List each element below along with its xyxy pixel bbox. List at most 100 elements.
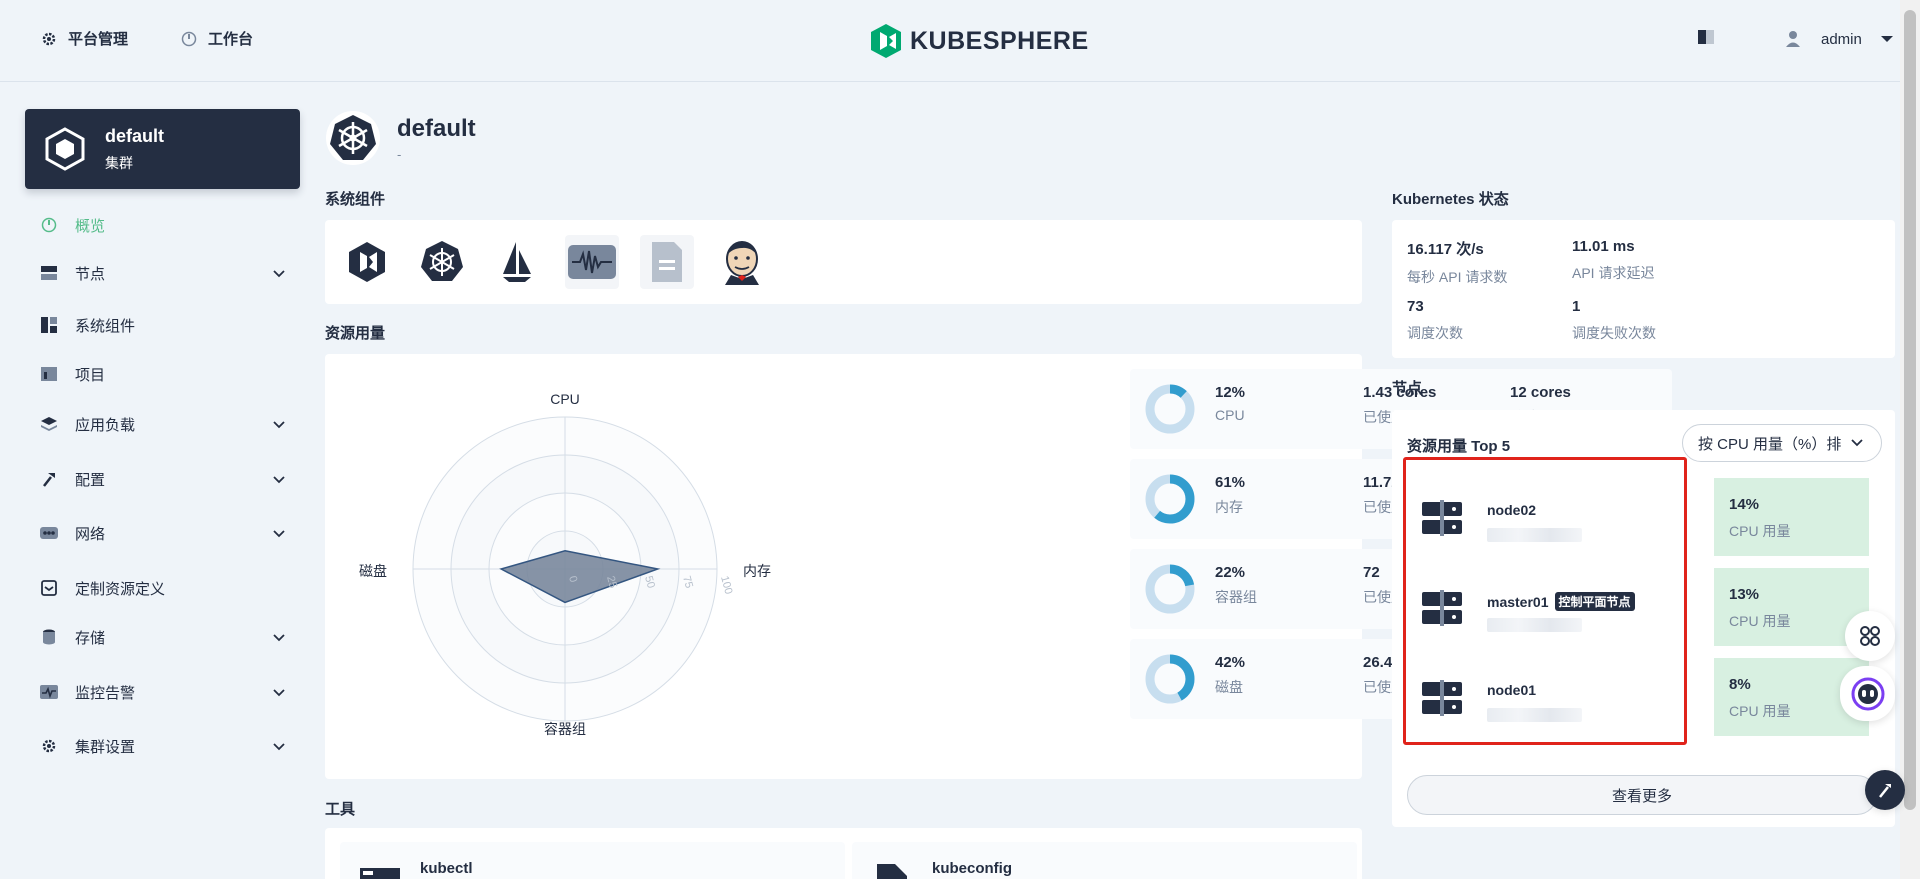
node-cpu-label: CPU 用量 bbox=[1729, 703, 1791, 719]
gear-icon bbox=[40, 737, 58, 755]
schedule-fail-label: 调度失败次数 bbox=[1572, 325, 1656, 341]
chevron-down-icon bbox=[273, 634, 285, 642]
cluster-type: 集群 bbox=[105, 154, 133, 171]
components-panel bbox=[325, 220, 1362, 304]
nodes-icon bbox=[40, 264, 58, 282]
sidebar-item-10[interactable]: 集群设置 bbox=[40, 731, 285, 761]
components-icon bbox=[40, 316, 58, 334]
dashboard-icon bbox=[180, 30, 198, 48]
kubernetes-icon bbox=[421, 241, 463, 281]
usage-percent: 12% bbox=[1215, 384, 1246, 401]
sidebar-item-label: 监控告警 bbox=[75, 684, 136, 702]
api-latency-label: API 请求延迟 bbox=[1572, 265, 1655, 281]
cluster-card[interactable]: default 集群 bbox=[25, 109, 300, 189]
sidebar-item-2[interactable]: 系统组件 bbox=[40, 310, 285, 340]
sidebar-item-4[interactable]: 应用负载 bbox=[40, 409, 285, 439]
chevron-down-icon bbox=[273, 421, 285, 429]
kubesphere-logo[interactable]: KUBESPHERE bbox=[870, 23, 1089, 59]
istio-component[interactable] bbox=[490, 235, 544, 289]
file-icon bbox=[877, 864, 907, 879]
node-name-line: node01 bbox=[1487, 682, 1536, 698]
robot-icon bbox=[1851, 677, 1884, 710]
sidebar-item-label: 集群设置 bbox=[75, 738, 136, 756]
platform-nav[interactable]: 平台管理 bbox=[40, 28, 128, 49]
apps-float-button[interactable] bbox=[1845, 611, 1895, 661]
kubeconfig-label: kubeconfig bbox=[932, 860, 1013, 877]
page-header: default - bbox=[325, 110, 476, 166]
usage-percent-cell: 42% 磁盘 bbox=[1215, 654, 1245, 697]
sidebar-item-5[interactable]: 配置 bbox=[40, 464, 285, 494]
sidebar-item-0[interactable]: 概览 bbox=[40, 210, 285, 240]
kubesphere-icon bbox=[349, 242, 385, 282]
sidebar-item-6[interactable]: 网络 bbox=[40, 518, 285, 548]
radar-axis-memory: 内存 bbox=[743, 563, 771, 579]
jenkins-component[interactable] bbox=[715, 235, 769, 289]
usage-name: 内存 bbox=[1215, 499, 1243, 515]
sidebar-item-1[interactable]: 节点 bbox=[40, 258, 285, 288]
workbench-nav[interactable]: 工作台 bbox=[180, 28, 253, 49]
api-latency-stat: 11.01 ms API 请求延迟 bbox=[1572, 238, 1654, 283]
project-icon bbox=[40, 365, 58, 383]
dashboard-icon bbox=[40, 216, 58, 234]
sort-select[interactable]: 按 CPU 用量（%）排 bbox=[1682, 424, 1882, 462]
network-icon bbox=[40, 524, 58, 542]
kubeconfig-tool[interactable]: kubeconfig bbox=[852, 842, 1357, 879]
sidebar-item-3[interactable]: 项目 bbox=[40, 359, 285, 389]
kubernetes-icon bbox=[326, 111, 380, 165]
server-icon bbox=[1422, 590, 1462, 626]
theme-toggle[interactable] bbox=[1698, 30, 1714, 44]
node-row[interactable]: node02 14% CPU 用量 bbox=[1392, 478, 1872, 558]
resources-panel: 0 25 50 75 100 CPU 内存 容器组 磁盘 12% CPU 1.43 core… bbox=[325, 354, 1672, 779]
chevron-down-icon bbox=[273, 270, 285, 278]
node-name[interactable]: master01 bbox=[1487, 594, 1549, 610]
redacted-ip bbox=[1487, 528, 1582, 542]
usage-donut bbox=[1145, 564, 1195, 614]
usage-donut bbox=[1145, 474, 1195, 524]
kubesphere-component[interactable] bbox=[340, 235, 394, 289]
sidebar-item-label: 项目 bbox=[75, 366, 106, 384]
scrollbar-thumb[interactable] bbox=[1904, 10, 1916, 810]
usage-donut bbox=[1145, 384, 1195, 434]
usage-percent: 61% bbox=[1215, 474, 1246, 491]
node-name[interactable]: node02 bbox=[1487, 502, 1536, 518]
node-name-line: master01 控制平面节点 bbox=[1487, 592, 1635, 611]
platform-label: 平台管理 bbox=[68, 31, 129, 48]
toolbox-float-button[interactable] bbox=[1865, 770, 1905, 810]
storage-icon bbox=[40, 628, 58, 646]
page-scrollbar[interactable] bbox=[1900, 0, 1920, 879]
sidebar-item-9[interactable]: 监控告警 bbox=[40, 677, 285, 707]
chevron-down-icon bbox=[273, 689, 285, 697]
sidebar-item-7[interactable]: 定制资源定义 bbox=[40, 573, 285, 603]
server-icon bbox=[1422, 500, 1462, 536]
monitoring-component[interactable] bbox=[565, 235, 619, 289]
usage-percent-cell: 12% CPU bbox=[1215, 384, 1245, 423]
node-cpu-usage: 14% CPU 用量 bbox=[1714, 478, 1869, 556]
resources-section-title: 资源用量 bbox=[325, 325, 386, 342]
kubernetes-component[interactable] bbox=[415, 235, 469, 289]
jenkins-icon bbox=[725, 241, 759, 285]
logging-component[interactable] bbox=[640, 235, 694, 289]
node-row[interactable]: master01 控制平面节点 13% CPU 用量 bbox=[1392, 568, 1872, 648]
control-plane-badge: 控制平面节点 bbox=[1554, 592, 1635, 611]
radar-chart: 0 25 50 75 100 CPU 内存 容器组 磁盘 bbox=[359, 391, 771, 737]
kubectl-tool[interactable]: kubectl bbox=[340, 842, 845, 879]
radar-axis-cpu: CPU bbox=[550, 391, 580, 407]
user-menu[interactable]: admin bbox=[1785, 30, 1894, 48]
hammer-icon bbox=[40, 470, 58, 488]
logging-icon bbox=[652, 242, 682, 282]
node-name[interactable]: node01 bbox=[1487, 682, 1536, 698]
sidebar-item-8[interactable]: 存储 bbox=[40, 622, 285, 652]
page-title: default bbox=[397, 114, 476, 142]
monitor-icon bbox=[40, 683, 58, 701]
terminal-icon bbox=[360, 868, 400, 879]
tools-section-title: 工具 bbox=[325, 801, 356, 818]
usage-name: CPU bbox=[1215, 407, 1245, 423]
usage-donut bbox=[1145, 654, 1195, 704]
node-row[interactable]: node01 8% CPU 用量 bbox=[1392, 658, 1872, 738]
node-cpu-percent: 8% bbox=[1729, 676, 1751, 693]
radar-axis-disk: 磁盘 bbox=[359, 563, 387, 579]
view-more-button[interactable]: 查看更多 bbox=[1407, 775, 1877, 815]
assistant-float-button[interactable] bbox=[1840, 666, 1895, 721]
components-section-title: 系统组件 bbox=[325, 191, 386, 208]
usage-percent: 42% bbox=[1215, 654, 1246, 671]
